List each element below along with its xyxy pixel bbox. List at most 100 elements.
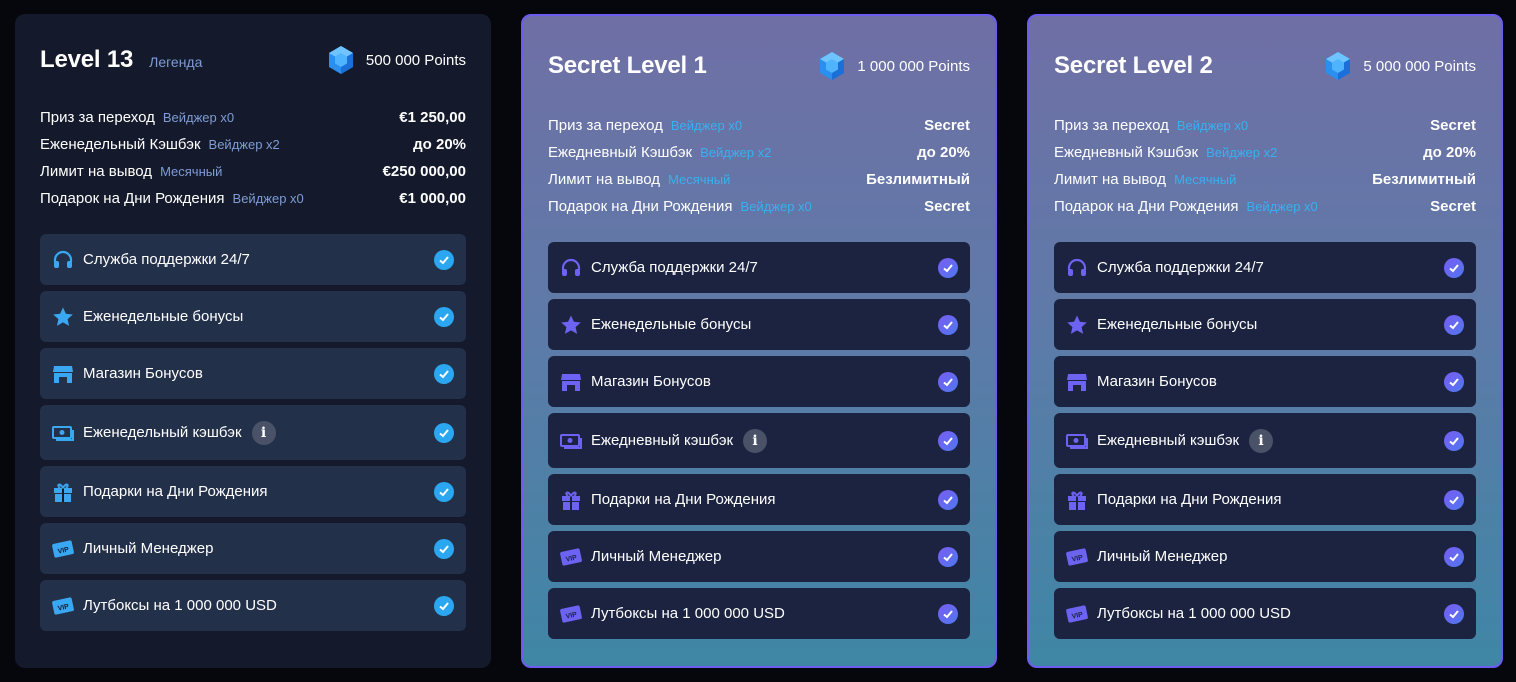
- stat-row: Ежедневный Кэшбэк Вейджер x2 до 20%: [548, 139, 970, 166]
- check-icon: [434, 481, 454, 502]
- feature-store: Магазин Бонусов: [548, 356, 970, 407]
- vip-icon: VIP: [560, 546, 582, 568]
- stats-list: Приз за переход Вейджер x0 €1 250,00 Ежене…: [40, 104, 466, 212]
- stat-row: Лимит на вывод Месячный Безлимитный: [1054, 166, 1476, 193]
- stat-row: Ежедневный Кэшбэк Вейджер x2 до 20%: [1054, 139, 1476, 166]
- feature-label: Еженедельные бонусы: [83, 308, 244, 325]
- info-icon[interactable]: i: [1249, 428, 1274, 453]
- feature-cashback: Ежедневный кэшбэк i: [1054, 413, 1476, 468]
- check-icon: [434, 249, 454, 270]
- stat-wager: Вейджер x0: [1246, 199, 1318, 214]
- gift-icon: [560, 489, 582, 511]
- gem-icon: [328, 46, 353, 74]
- feature-weekly-bonus: Еженедельные бонусы: [40, 291, 466, 342]
- feature-label: Магазин Бонусов: [1097, 373, 1217, 390]
- check-icon: [1444, 489, 1464, 510]
- level-subtitle: Легенда: [149, 54, 203, 70]
- stat-value: до 20%: [917, 144, 970, 161]
- feature-label: Ежедневный кэшбэк: [1097, 432, 1240, 449]
- info-icon[interactable]: i: [743, 428, 768, 453]
- feature-label: Служба поддержки 24/7: [83, 251, 250, 268]
- stat-wager: Вейджер x0: [162, 110, 235, 125]
- check-icon: [434, 363, 454, 384]
- feature-label: Лутбоксы на 1 000 000 USD: [591, 605, 785, 622]
- feature-label: Еженедельные бонусы: [591, 316, 752, 333]
- headset-icon: [560, 257, 582, 279]
- feature-label: Магазин Бонусов: [591, 373, 711, 390]
- feature-store: Магазин Бонусов: [40, 348, 466, 399]
- stat-row: Приз за переход Вейджер x0 Secret: [1054, 112, 1476, 139]
- feature-label: Магазин Бонусов: [83, 365, 203, 382]
- feature-support: Служба поддержки 24/7: [40, 234, 466, 285]
- stat-label: Лимит на вывод: [1054, 171, 1167, 188]
- card-header: Secret Level 1 1 000 000 Points: [548, 50, 970, 82]
- info-icon[interactable]: i: [251, 420, 276, 445]
- feature-label: Подарки на Дни Рождения: [83, 483, 268, 500]
- vip-icon: VIP: [52, 538, 74, 560]
- feature-store: Магазин Бонусов: [1054, 356, 1476, 407]
- check-icon: [434, 306, 454, 327]
- stat-row: Подарок на Дни Рождения Вейджер x0 Secret: [548, 193, 970, 220]
- check-icon: [434, 538, 454, 559]
- check-icon: [1444, 430, 1464, 451]
- stat-label: Лимит на вывод: [548, 171, 661, 188]
- level-card-13: Level 13 Легенда 500 000 Points Приз за …: [15, 14, 491, 668]
- check-icon: [938, 371, 958, 392]
- check-icon: [1444, 371, 1464, 392]
- feature-support: Служба поддержки 24/7: [548, 242, 970, 293]
- check-icon: [938, 546, 958, 567]
- feature-support: Служба поддержки 24/7: [1054, 242, 1476, 293]
- check-icon: [938, 603, 958, 624]
- feature-label: Служба поддержки 24/7: [1097, 259, 1264, 276]
- vip-icon: VIP: [1066, 546, 1088, 568]
- store-icon: [560, 371, 582, 393]
- stat-value: Secret: [924, 117, 970, 134]
- stat-label: Приз за переход: [1054, 117, 1169, 134]
- points-value: 5 000 000 Points: [1363, 57, 1476, 75]
- vip-icon: VIP: [1066, 603, 1088, 625]
- gem-icon: [820, 52, 845, 80]
- feature-personal-manager: VIP Личный Менеджер: [548, 531, 970, 582]
- points-value: 500 000 Points: [365, 51, 466, 69]
- feature-personal-manager: VIP Личный Менеджер: [40, 523, 466, 574]
- vip-icon: VIP: [560, 603, 582, 625]
- stat-row: Подарок на Дни Рождения Вейджер x0 Secret: [1054, 193, 1476, 220]
- stat-label: Подарок на Дни Рождения: [40, 190, 225, 207]
- star-icon: [560, 314, 582, 336]
- stat-label: Подарок на Дни Рождения: [1054, 198, 1239, 215]
- feature-label: Лутбоксы на 1 000 000 USD: [1097, 605, 1291, 622]
- check-icon: [434, 595, 454, 616]
- stat-value: Secret: [1430, 117, 1476, 134]
- stat-value: Безлимитный: [866, 171, 970, 188]
- stat-value: Безлимитный: [1372, 171, 1476, 188]
- level-title: Level 13: [40, 46, 134, 73]
- cash-icon: [1066, 430, 1088, 452]
- check-icon: [1444, 546, 1464, 567]
- store-icon: [52, 363, 74, 385]
- cash-icon: [52, 422, 74, 444]
- feature-label: Личный Менеджер: [83, 540, 214, 557]
- card-header: Level 13 Легенда 500 000 Points: [40, 44, 466, 76]
- vip-icon: VIP: [52, 595, 74, 617]
- feature-lootboxes: VIP Лутбоксы на 1 000 000 USD: [548, 588, 970, 639]
- secret-level-card-2: Secret Level 2 5 000 000 Points Приз за …: [1027, 14, 1503, 668]
- feature-label: Подарки на Дни Рождения: [1097, 491, 1282, 508]
- secret-level-card-1: Secret Level 1 1 000 000 Points Приз за …: [521, 14, 997, 668]
- stat-label: Приз за переход: [40, 109, 155, 126]
- stat-value: Secret: [1430, 198, 1476, 215]
- level-title: Secret Level 1: [548, 52, 707, 79]
- stat-value: Secret: [924, 198, 970, 215]
- stat-wager: Месячный: [668, 172, 731, 187]
- stat-wager: Вейджер x0: [670, 118, 743, 133]
- stat-wager: Вейджер x2: [700, 145, 772, 160]
- feature-lootboxes: VIP Лутбоксы на 1 000 000 USD: [40, 580, 466, 631]
- check-icon: [434, 422, 454, 443]
- stat-wager: Месячный: [1174, 172, 1237, 187]
- stat-row: Еженедельный Кэшбэк Вейджер x2 до 20%: [40, 131, 466, 158]
- points-badge: 1 000 000 Points: [818, 51, 970, 81]
- feature-personal-manager: VIP Личный Менеджер: [1054, 531, 1476, 582]
- feature-label: Личный Менеджер: [591, 548, 722, 565]
- stat-value: до 20%: [413, 136, 466, 153]
- feature-birthday-gifts: Подарки на Дни Рождения: [40, 466, 466, 517]
- stat-value: €250 000,00: [382, 163, 466, 180]
